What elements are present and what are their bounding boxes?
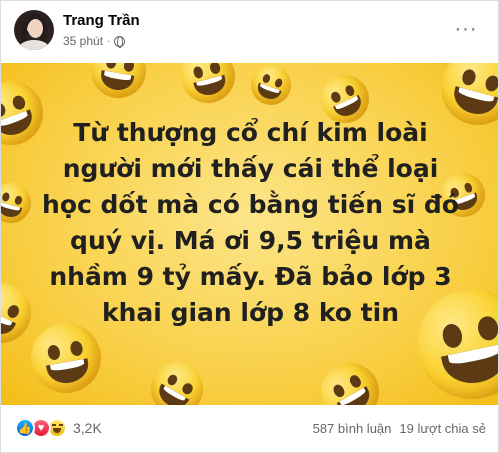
author-name[interactable]: Trang Trần xyxy=(63,12,140,29)
post-meta: 35 phút · xyxy=(63,34,126,48)
avatar-shoulder xyxy=(19,40,49,50)
post-time[interactable]: 35 phút xyxy=(63,34,103,48)
reactions-summary[interactable]: 👍 ♥ 3,2K xyxy=(15,418,102,438)
avatar-face xyxy=(28,19,43,38)
facebook-post: Trang Trần 35 phút · ··· Từ thượng cổ ch… xyxy=(0,0,499,453)
meta-separator: · xyxy=(107,35,111,47)
emoji-decoration xyxy=(86,63,151,103)
avatar[interactable] xyxy=(14,10,54,50)
reaction-count[interactable]: 3,2K xyxy=(73,420,102,436)
emoji-decoration xyxy=(310,352,390,405)
comment-count-link[interactable]: 587 bình luận xyxy=(313,421,392,436)
like-icon: 👍 xyxy=(15,418,35,438)
emoji-decoration xyxy=(141,353,213,405)
emoji-decoration xyxy=(174,63,242,110)
post-stats: 587 bình luận 19 lượt chia sẻ xyxy=(313,421,486,436)
share-count-link[interactable]: 19 lượt chia sẻ xyxy=(399,421,486,436)
globe-icon xyxy=(114,35,126,48)
post-text: Từ thượng cổ chí kim loài người mới thấy… xyxy=(42,118,459,327)
post-background: Từ thượng cổ chí kim loài người mới thấy… xyxy=(1,63,498,405)
more-options-button[interactable]: ··· xyxy=(452,15,480,43)
post-footer: 👍 ♥ 3,2K 587 bình luận 19 lượt chia sẻ xyxy=(1,405,498,452)
emoji-decoration xyxy=(1,178,36,228)
post-header: Trang Trần 35 phút · ··· xyxy=(1,1,498,63)
emoji-decoration xyxy=(245,63,297,111)
